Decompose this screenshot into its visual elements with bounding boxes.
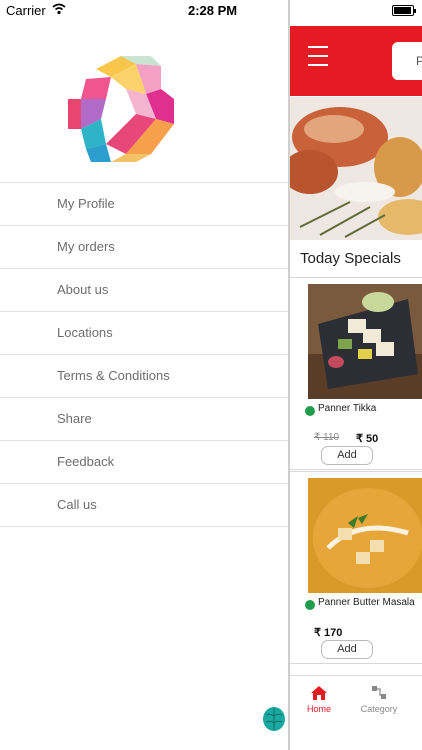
dish-price: ₹ 50	[356, 433, 379, 445]
menu-item-feedback[interactable]: Feedback	[0, 441, 289, 484]
home-screen: P Today Specials Panner Tikka ₹ 110 ₹ 50…	[290, 0, 422, 750]
category-icon	[372, 686, 386, 699]
banner-image	[290, 97, 422, 240]
side-drawer: My Profile My orders About us Locations …	[0, 0, 289, 750]
app-logo	[68, 56, 174, 162]
brain-icon	[263, 707, 285, 731]
tab-category[interactable]: Category	[356, 686, 402, 714]
battery-icon	[392, 5, 416, 16]
home-icon	[311, 686, 327, 700]
veg-indicator	[305, 600, 315, 610]
menu-item-call-us[interactable]: Call us	[0, 484, 289, 527]
tab-home-label: Home	[306, 704, 331, 714]
menu-item-share[interactable]: Share	[0, 398, 289, 441]
search-input[interactable]: P	[392, 42, 422, 80]
dish-image	[308, 478, 422, 593]
top-navbar: P	[290, 26, 422, 96]
menu-item-my-profile[interactable]: My Profile	[0, 183, 289, 226]
tab-home[interactable]: Home	[296, 686, 342, 714]
drawer-divider	[288, 0, 290, 750]
tab-category-label: Category	[360, 704, 398, 714]
status-bar: Carrier 2:28 PM	[0, 0, 422, 22]
add-button[interactable]: Add	[321, 640, 373, 659]
clock: 2:28 PM	[188, 3, 238, 18]
dish-name: Panner Tikka	[318, 403, 377, 414]
menu-item-locations[interactable]: Locations	[0, 312, 289, 355]
carrier-label: Carrier	[6, 3, 46, 18]
drawer-menu: My Profile My orders About us Locations …	[0, 182, 289, 527]
menu-icon[interactable]	[308, 46, 328, 74]
dish-name: Panner Butter Masala	[318, 597, 415, 608]
wifi-icon	[52, 3, 66, 15]
dish-mrp: ₹ 110	[314, 432, 340, 443]
add-button[interactable]: Add	[321, 446, 373, 465]
dish-price: ₹ 170	[314, 627, 343, 639]
menu-item-terms[interactable]: Terms & Conditions	[0, 355, 289, 398]
tab-bar: Home Category	[290, 675, 422, 750]
section-title: Today Specials	[300, 250, 401, 267]
menu-item-about-us[interactable]: About us	[0, 269, 289, 312]
dish-image	[308, 284, 422, 399]
menu-item-my-orders[interactable]: My orders	[0, 226, 289, 269]
veg-indicator	[305, 406, 315, 416]
app-screen: Carrier 2:28 PM My Profile My orders Abo…	[0, 0, 422, 750]
dish-card: Panner Tikka ₹ 110 ₹ 50 Add	[290, 277, 422, 470]
dish-card: Panner Butter Masala ₹ 170 Add	[290, 471, 422, 664]
